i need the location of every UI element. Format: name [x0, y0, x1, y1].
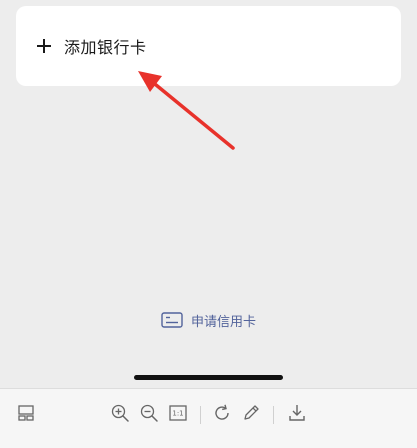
edit-button[interactable]: [241, 405, 261, 425]
zoom-out-button[interactable]: [139, 403, 159, 427]
zoom-out-icon: [139, 403, 159, 427]
toolbar-separator: [200, 406, 201, 424]
download-icon: [287, 403, 307, 427]
home-indicator: [134, 375, 283, 380]
wallet-bank-cards-screen: 添加银行卡 申请信用卡: [0, 0, 417, 388]
layout-button[interactable]: [16, 405, 36, 425]
actual-size-icon: 1:1: [168, 403, 188, 427]
rotate-icon: [212, 403, 232, 427]
zoom-in-button[interactable]: [110, 403, 130, 427]
add-bank-card-button[interactable]: 添加银行卡: [16, 6, 401, 86]
edit-pencil-icon: [241, 403, 261, 427]
rotate-button[interactable]: [212, 403, 232, 427]
actual-size-button[interactable]: 1:1: [168, 405, 188, 425]
credit-card-icon: [161, 312, 183, 328]
download-button[interactable]: [287, 405, 307, 425]
apply-credit-card-label: 申请信用卡: [190, 314, 256, 330]
add-bank-card-label: 添加银行卡: [64, 38, 147, 57]
apply-credit-card-link[interactable]: 申请信用卡: [0, 308, 417, 332]
plus-icon: [36, 38, 52, 54]
toolbar-separator: [273, 406, 274, 424]
actual-size-label: 1:1: [172, 410, 183, 418]
layout-icon: [16, 403, 36, 427]
image-viewer-toolbar: 1:1: [0, 388, 417, 448]
zoom-in-icon: [110, 403, 130, 427]
